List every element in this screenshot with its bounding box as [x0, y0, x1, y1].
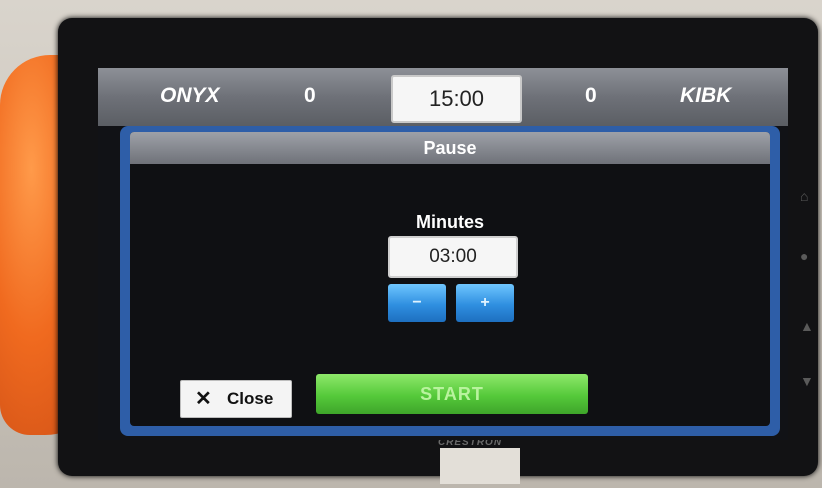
dialog-body: Pause Minutes 03:00 − + ✕ Close START	[130, 132, 770, 426]
touch-screen: ONYX 0 15:00 0 KIBK Pause Minutes 03:00 …	[98, 68, 788, 440]
volume-up-icon[interactable]: ▲	[800, 318, 814, 334]
dialog-header: Pause	[130, 132, 770, 164]
home-icon[interactable]: ⌂	[800, 188, 808, 204]
minutes-label: Minutes	[415, 212, 484, 232]
volume-down-icon[interactable]: ▼	[800, 373, 814, 389]
start-button[interactable]: START	[316, 374, 588, 414]
wall-mount	[440, 448, 520, 484]
dialog-title: Pause	[423, 138, 477, 158]
home-score: 0	[304, 84, 316, 107]
decrement-button[interactable]: −	[388, 284, 446, 322]
close-label: Close	[227, 389, 274, 408]
game-clock[interactable]: 15:00	[391, 75, 522, 123]
home-team-name: ONYX	[160, 84, 220, 107]
light-icon[interactable]: ●	[800, 248, 808, 264]
away-team-name: KIBK	[680, 84, 732, 107]
pause-dialog: Pause Minutes 03:00 − + ✕ Close START	[120, 126, 780, 436]
close-button[interactable]: ✕ Close	[180, 380, 292, 418]
close-icon: ✕	[195, 388, 212, 410]
scoreboard-bar: ONYX 0 15:00 0 KIBK	[98, 68, 788, 126]
minutes-field[interactable]: 03:00	[388, 236, 518, 278]
increment-button[interactable]: +	[456, 284, 514, 322]
away-score: 0	[585, 84, 597, 107]
